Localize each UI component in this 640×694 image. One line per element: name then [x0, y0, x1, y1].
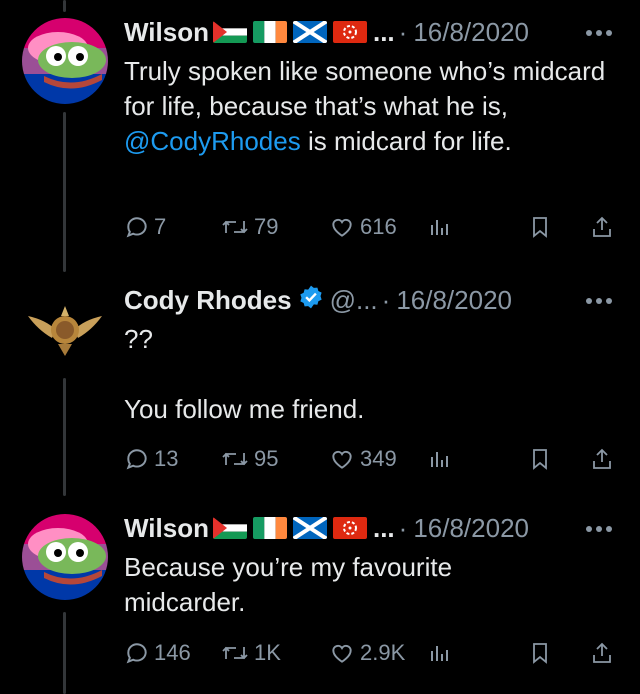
- bookmark-button[interactable]: [528, 442, 552, 476]
- dot-separator: ·: [398, 512, 408, 543]
- share-icon: [593, 642, 611, 663]
- analytics-icon: [431, 646, 448, 661]
- analytics-icon: [431, 220, 448, 235]
- heart-icon: [332, 218, 352, 237]
- tweet-date[interactable]: 16/8/2020: [413, 513, 529, 544]
- reply-button[interactable]: 7: [124, 210, 166, 244]
- bookmark-button[interactable]: [528, 636, 552, 670]
- crest-avatar-image: [22, 286, 108, 372]
- repost-button[interactable]: 95: [220, 442, 278, 476]
- share-icon: [593, 448, 611, 469]
- mention-link[interactable]: @CodyRhodes: [124, 126, 301, 156]
- tweet-text-part: is midcard for life.: [300, 126, 512, 156]
- handle-truncated: ...: [372, 512, 395, 543]
- reply-count: 13: [154, 446, 179, 471]
- like-button[interactable]: 2.9K: [328, 636, 405, 670]
- tweet-text-part: Truly spoken like someone who’s midcard …: [124, 56, 606, 121]
- repost-button[interactable]: 1K: [220, 636, 281, 670]
- repost-button[interactable]: 79: [220, 210, 278, 244]
- palestine-flag-icon: [212, 517, 247, 539]
- verified-badge-icon: [298, 284, 324, 317]
- tweet-date[interactable]: 16/8/2020: [413, 17, 529, 48]
- more-options-button[interactable]: [582, 18, 616, 48]
- repost-icon: [222, 646, 248, 660]
- tweet-actions: 13 95 349: [124, 442, 620, 476]
- handle-truncated: @...: [329, 284, 378, 315]
- thread-line: [63, 112, 66, 272]
- reply-icon: [126, 217, 147, 238]
- hong-kong-flag-icon: [332, 21, 367, 43]
- like-button[interactable]: 616: [328, 210, 397, 244]
- tweet-actions: 146 1K 2.9K: [124, 636, 620, 670]
- thread-line: [63, 378, 66, 496]
- repost-icon: [222, 220, 248, 234]
- bookmark-button[interactable]: [528, 210, 552, 244]
- handle-truncated: ...: [372, 16, 395, 47]
- views-button[interactable]: [428, 210, 452, 244]
- tweet-text: Because you’re my favourite midcarder.: [124, 552, 453, 617]
- ireland-flag-icon: [252, 21, 287, 43]
- views-button[interactable]: [428, 636, 452, 670]
- share-button[interactable]: [590, 442, 614, 476]
- like-count: 349: [360, 446, 397, 471]
- heart-icon: [332, 644, 352, 663]
- tweet-header: Wilson ... · 16/8/2020: [124, 508, 529, 548]
- tweet-text-line1: ??: [124, 324, 153, 354]
- like-button[interactable]: 349: [328, 442, 397, 476]
- pepe-avatar-image: [22, 514, 108, 600]
- reply-button[interactable]: 13: [124, 442, 178, 476]
- repost-count: 1K: [254, 640, 281, 665]
- reply-icon: [126, 449, 147, 470]
- avatar[interactable]: [22, 18, 108, 104]
- scotland-flag-icon: [292, 517, 327, 539]
- tweet-date[interactable]: 16/8/2020: [396, 285, 512, 316]
- tweet-header: Cody Rhodes @... · 16/8/2020: [124, 280, 512, 320]
- like-count: 2.9K: [360, 640, 406, 665]
- pepe-avatar-image: [22, 18, 108, 104]
- share-button[interactable]: [590, 636, 614, 670]
- ireland-flag-icon: [252, 517, 287, 539]
- heart-icon: [332, 450, 352, 469]
- reply-icon: [126, 643, 147, 664]
- more-options-button[interactable]: [582, 286, 616, 316]
- repost-count: 79: [254, 214, 279, 239]
- analytics-icon: [431, 452, 448, 467]
- dot-separator: ·: [398, 16, 408, 47]
- bookmark-icon: [533, 449, 547, 470]
- reply-count: 7: [154, 214, 167, 239]
- share-button[interactable]: [590, 210, 614, 244]
- hong-kong-flag-icon: [332, 517, 367, 539]
- reply-count: 146: [154, 640, 191, 665]
- reply-button[interactable]: 146: [124, 636, 191, 670]
- avatar[interactable]: [22, 514, 108, 600]
- tweet-text-line2: You follow me friend.: [124, 394, 365, 424]
- like-count: 616: [360, 214, 397, 239]
- tweet-actions: 7 79 616: [124, 210, 620, 244]
- share-icon: [593, 216, 611, 237]
- bookmark-icon: [533, 643, 547, 664]
- avatar[interactable]: [22, 286, 108, 372]
- palestine-flag-icon: [212, 21, 247, 43]
- dot-separator: ·: [381, 284, 391, 315]
- tweet-header: Wilson ... · 16/8/2020: [124, 12, 529, 52]
- display-name[interactable]: Wilson: [124, 513, 209, 544]
- tweet-text: Truly spoken like someone who’s midcard …: [124, 54, 614, 159]
- bookmark-icon: [533, 217, 547, 238]
- views-button[interactable]: [428, 442, 452, 476]
- scotland-flag-icon: [292, 21, 327, 43]
- display-name[interactable]: Cody Rhodes: [124, 285, 292, 316]
- thread-line: [63, 0, 66, 12]
- more-options-button[interactable]: [582, 514, 616, 544]
- repost-count: 95: [254, 446, 279, 471]
- thread-line: [63, 612, 66, 694]
- display-name[interactable]: Wilson: [124, 17, 209, 48]
- repost-icon: [222, 452, 248, 466]
